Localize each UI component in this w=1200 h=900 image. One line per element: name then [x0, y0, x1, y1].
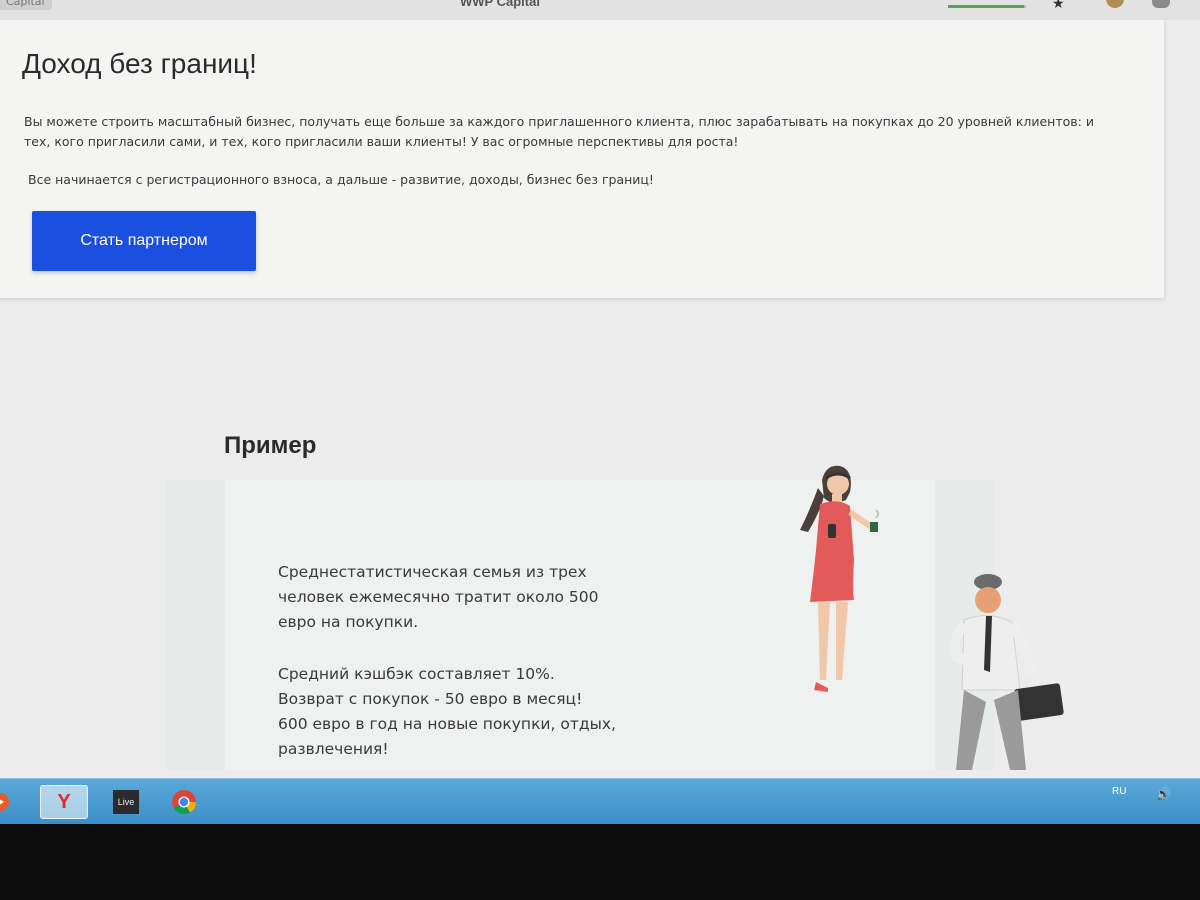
extension-icon[interactable] [1106, 0, 1124, 8]
live-app-icon[interactable]: Live [102, 785, 150, 819]
live-app-label: Live [113, 790, 139, 814]
yandex-logo: Y [57, 790, 71, 813]
example-title: Пример [224, 432, 317, 459]
media-player-icon[interactable] [0, 785, 18, 819]
promo-title: Доход без границ! [22, 48, 257, 79]
page-load-progress [948, 5, 1026, 8]
chrome-icon[interactable] [160, 785, 208, 819]
bookmark-star-icon[interactable]: ★ [1052, 0, 1065, 12]
promo-subtext: Все начинается с регистрационного взноса… [28, 172, 654, 187]
yandex-browser-icon[interactable]: Y [40, 785, 88, 819]
example-paragraph-cashback: Средний кэшбэк составляет 10%. Возврат с… [278, 662, 638, 762]
browser-tab[interactable]: Capital [0, 0, 52, 10]
os-taskbar: Y Live RU 🔊 [0, 778, 1200, 824]
volume-icon[interactable]: 🔊 [1156, 787, 1171, 801]
woman-figure-illustration [800, 465, 879, 692]
page-load-progress-fill [948, 5, 1024, 8]
language-indicator[interactable]: RU [1112, 786, 1126, 797]
yearly-line: 600 евро в год на новые покупки, отдых, … [278, 715, 616, 758]
people-illustration [800, 465, 1064, 770]
promo-description: Вы можете строить масштабный бизнес, пол… [24, 114, 1094, 149]
become-partner-button[interactable]: Стать партнером [32, 211, 256, 271]
window-title: WWP Capital [460, 0, 540, 9]
promo-card: Доход без границ! Вы можете строить масш… [0, 20, 1164, 298]
example-paragraph-spending: Среднестатистическая семья из трех челов… [278, 563, 599, 631]
menu-icon[interactable] [1152, 0, 1170, 8]
browser-top-bar: Capital WWP Capital ★ [0, 0, 1200, 20]
cashback-line: Средний кэшбэк составляет 10%. [278, 665, 555, 683]
return-line: Возврат с покупок - 50 евро в месяц! [278, 690, 583, 708]
monitor-bezel [0, 824, 1200, 900]
man-figure-illustration [950, 574, 1064, 770]
